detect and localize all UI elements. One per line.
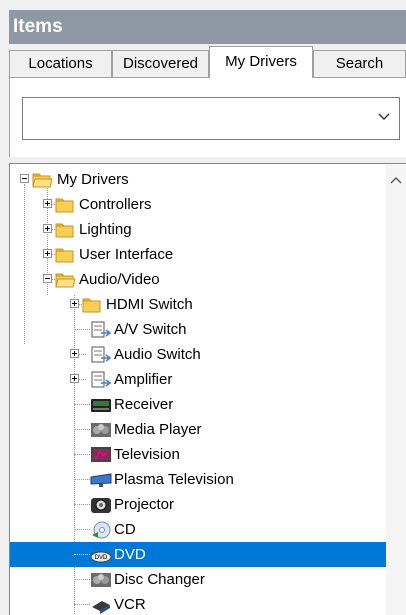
vcr-icon — [90, 595, 112, 615]
tree-item-dvd[interactable]: DVD DVD — [10, 542, 386, 567]
tree-item-hdmi-switch[interactable]: HDMI Switch — [10, 292, 386, 317]
tree-item-label: HDMI Switch — [106, 296, 193, 313]
audio-switch-icon — [90, 345, 112, 365]
vertical-scrollbar[interactable] — [386, 164, 406, 615]
expand-toggle[interactable] — [43, 249, 52, 258]
panel-title: Items — [13, 16, 63, 37]
tree-item-controllers[interactable]: Controllers — [10, 192, 386, 217]
tree-item-label: Television — [114, 446, 180, 463]
tree-item-audio-switch[interactable]: Audio Switch — [10, 342, 386, 367]
av-switch-icon — [90, 320, 112, 340]
tree-item-vcr[interactable]: VCR — [10, 592, 386, 615]
tree-item-label: Disc Changer — [114, 571, 205, 588]
media-player-icon — [90, 420, 112, 440]
svg-text:DVD: DVD — [95, 555, 108, 561]
tree-item-my-drivers[interactable]: My Drivers — [10, 167, 386, 192]
expand-toggle[interactable] — [43, 224, 52, 233]
tree-item-label: Amplifier — [114, 371, 173, 388]
driver-tree[interactable]: My Drivers Controllers Lighting User Int… — [9, 163, 406, 615]
tab-my-drivers[interactable]: My Drivers — [209, 46, 313, 78]
tree-item-lighting[interactable]: Lighting — [10, 217, 386, 242]
tree-item-label: DVD — [114, 546, 146, 563]
tab-search[interactable]: Search — [313, 50, 406, 77]
chevron-up-icon[interactable] — [390, 172, 402, 184]
expand-toggle[interactable] — [70, 299, 79, 308]
tree-item-label: CD — [114, 521, 136, 538]
panel-header: Items — [9, 10, 406, 44]
plasma-television-icon — [90, 470, 112, 490]
tree-item-label: Plasma Television — [114, 471, 234, 488]
tree-item-audio-video[interactable]: Audio/Video — [10, 267, 386, 292]
tree-item-av-switch[interactable]: A/V Switch — [10, 317, 386, 342]
folder-icon — [31, 170, 53, 190]
folder-icon — [54, 220, 76, 240]
tree-item-media-player[interactable]: Media Player — [10, 417, 386, 442]
tree-item-label: Controllers — [79, 196, 152, 213]
tab-discovered[interactable]: Discovered — [112, 50, 209, 77]
tree-item-label: User Interface — [79, 246, 174, 263]
tree-item-label: Audio Switch — [114, 346, 201, 363]
tree-item-cd[interactable]: CD — [10, 517, 386, 542]
disc-changer-icon — [90, 570, 112, 590]
chevron-down-icon[interactable] — [377, 109, 391, 123]
filter-dropdown[interactable] — [22, 97, 400, 140]
tree-item-television[interactable]: Television — [10, 442, 386, 467]
tree-item-label: Projector — [114, 496, 175, 513]
tab-locations[interactable]: Locations — [9, 50, 112, 77]
tree-item-receiver[interactable]: Receiver — [10, 392, 386, 417]
folder-icon — [81, 295, 103, 315]
television-icon — [90, 445, 112, 465]
receiver-icon — [90, 395, 112, 415]
cd-icon — [90, 520, 112, 540]
tree-item-projector[interactable]: Projector — [10, 492, 386, 517]
folder-icon — [54, 270, 76, 290]
projector-icon — [90, 495, 112, 515]
tree-item-label: Media Player — [114, 421, 202, 438]
folder-icon — [54, 245, 76, 265]
tab-strip: Locations Discovered My Drivers Search — [9, 44, 406, 78]
expand-toggle[interactable] — [70, 374, 79, 383]
expand-toggle[interactable] — [70, 349, 79, 358]
tree-item-label: Receiver — [114, 396, 174, 413]
expand-toggle[interactable] — [43, 199, 52, 208]
tree-item-plasma-television[interactable]: Plasma Television — [10, 467, 386, 492]
amplifier-icon — [90, 370, 112, 390]
tree-item-disc-changer[interactable]: Disc Changer — [10, 567, 386, 592]
tree-item-label: My Drivers — [57, 171, 129, 188]
folder-icon — [54, 195, 76, 215]
dvd-icon: DVD — [90, 545, 112, 565]
collapse-toggle[interactable] — [20, 174, 29, 183]
tree-item-label: Audio/Video — [79, 271, 160, 288]
tree-item-label: Lighting — [79, 221, 132, 238]
tree-item-label: A/V Switch — [114, 321, 187, 338]
collapse-toggle[interactable] — [43, 274, 52, 283]
tree-item-user-interface[interactable]: User Interface — [10, 242, 386, 267]
tree-item-amplifier[interactable]: Amplifier — [10, 367, 386, 392]
tree-item-label: VCR — [114, 596, 146, 613]
